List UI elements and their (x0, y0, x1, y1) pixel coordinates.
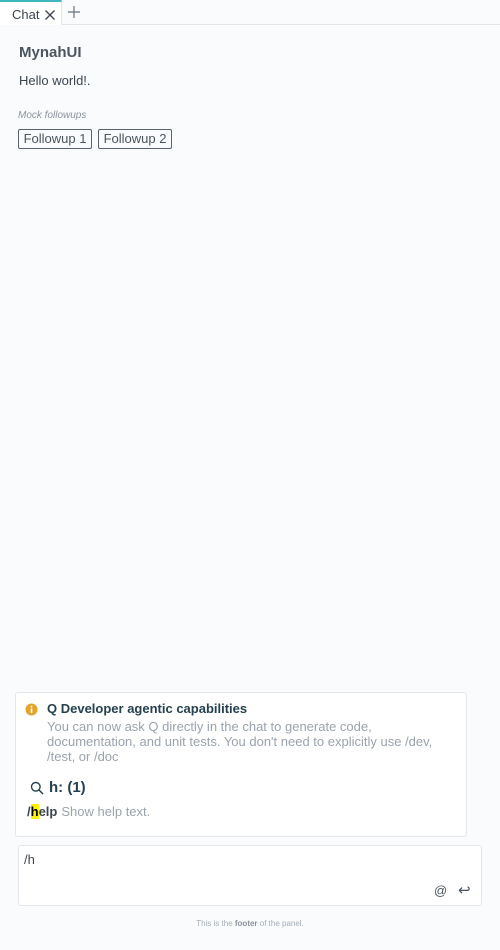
command-match-highlight: h (30, 804, 39, 819)
chat-message: Hello world!. (19, 73, 91, 88)
footer-bold: footer (234, 919, 258, 928)
prompt-box: @ ↩ (18, 845, 482, 906)
followup-1-button[interactable]: Followup 1 (18, 129, 92, 149)
followup-2-button[interactable]: Followup 2 (98, 129, 172, 149)
followups-title: Mock followups (18, 110, 87, 121)
tab-label: Chat (12, 7, 40, 22)
search-icon (30, 781, 44, 795)
tab-bar: Chat (0, 0, 500, 25)
tab-chat[interactable]: Chat (0, 0, 62, 25)
info-title: Q Developer agentic capabilities (47, 701, 248, 716)
command-description: Show help text. (61, 804, 151, 819)
quick-action-overlay: Q Developer agentic capabilities You can… (15, 692, 467, 837)
at-mention-icon[interactable]: @ (434, 883, 447, 898)
prompt-input[interactable] (24, 850, 464, 868)
info-icon (25, 703, 38, 716)
panel-footer: This is the footer of the panel. (196, 919, 304, 928)
send-icon[interactable]: ↩ (458, 881, 471, 899)
info-body: You can now ask Q directly in the chat t… (47, 719, 433, 764)
command-name: /help (27, 804, 58, 819)
chat-title: MynahUI (19, 44, 82, 61)
command-search-title: h: (1) (49, 779, 86, 796)
close-icon[interactable] (44, 9, 56, 21)
plus-icon[interactable] (67, 5, 81, 19)
command-item-help[interactable]: /help Show help text. (27, 804, 150, 822)
